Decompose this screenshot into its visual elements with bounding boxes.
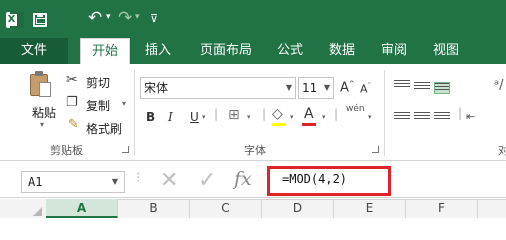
redo-icon[interactable]: ↷ [118,8,132,28]
separator-glyph: | [262,107,267,121]
tab-home[interactable]: 开始 [80,38,130,65]
scissors-icon[interactable]: ✂ [66,72,78,88]
font-name-value: 宋体 [144,81,169,95]
align-bottom-icon[interactable] [434,82,450,94]
customize-toolbar-icon[interactable]: ⊽ [150,12,158,25]
save-icon[interactable] [33,13,47,27]
tab-review[interactable]: 审阅 [374,38,414,64]
chevron-down-icon[interactable]: ▼ [112,172,118,192]
enter-icon[interactable]: ✓ [198,169,216,193]
align-top-icon[interactable] [394,80,410,92]
column-header-f[interactable]: F [406,199,478,218]
font-size-combo[interactable]: 11 ▼ [298,77,334,99]
column-header-e[interactable]: E [334,199,406,218]
decrease-indent-icon[interactable]: ⇤ [466,110,475,123]
align-right-icon[interactable] [434,112,450,124]
tab-formulas[interactable]: 公式 [270,38,310,64]
font-color-icon[interactable]: A [304,106,314,122]
format-painter-icon[interactable]: ✎ [68,117,79,132]
undo-icon[interactable]: ↶ [88,8,102,28]
phonetic-guide-button[interactable]: wén [346,104,365,114]
column-header-b[interactable]: B [118,199,190,218]
grow-font-icon[interactable]: A^ [340,80,355,95]
alignment-group-label: 对 [498,144,506,157]
shrink-font-icon[interactable]: Aˇ [360,82,371,96]
name-box-value: A1 [28,175,43,189]
chevron-down-icon[interactable]: ▾ [368,113,372,121]
format-painter-button[interactable]: 格式刷 [86,120,122,137]
tab-file[interactable]: 文件 [0,38,68,64]
chevron-down-icon[interactable]: ▼ [324,78,330,98]
bold-button[interactable]: B [146,110,155,124]
undo-dropdown-icon[interactable]: ▾ [106,12,111,22]
clipboard-dialog-launcher[interactable] [122,146,129,153]
clipboard-group-label: 剪贴板 [50,144,83,157]
font-size-value: 11 [302,81,318,95]
tab-page-layout[interactable]: 页面布局 [194,38,258,64]
font-name-combo[interactable]: 宋体 ▼ [140,77,296,99]
align-center-icon[interactable] [414,112,430,124]
column-header-c[interactable]: C [190,199,262,218]
tab-data[interactable]: 数据 [322,38,362,64]
title-bar [0,0,506,38]
group-divider [384,70,385,156]
font-group-label: 字体 [244,144,266,157]
copy-icon[interactable]: ❐ [66,95,78,110]
select-all-corner[interactable] [0,199,46,218]
group-divider [134,70,135,156]
tab-view[interactable]: 视图 [426,38,466,64]
separator-glyph: | [334,107,339,121]
column-header-a[interactable]: A [46,199,118,218]
tab-insert[interactable]: 插入 [138,38,178,64]
font-color-swatch [302,123,316,126]
orientation-icon[interactable]: ᵃ/ [494,78,503,93]
fill-color-icon[interactable]: ◇ [272,106,283,122]
align-left-icon[interactable] [394,112,410,124]
copy-button[interactable]: 复制 [86,97,110,114]
copy-dropdown-icon[interactable]: ▾ [122,99,126,108]
paste-icon[interactable] [30,70,51,98]
font-dialog-launcher[interactable] [372,146,379,153]
chevron-down-icon[interactable]: ▾ [202,113,206,121]
separator-glyph: | [458,106,463,120]
borders-icon[interactable]: ⊞ [228,107,240,123]
fill-color-swatch [272,123,286,126]
paste-dropdown-icon[interactable]: ▾ [40,120,44,129]
separator-glyph: | [214,107,219,121]
chevron-down-icon[interactable]: ▾ [247,113,251,121]
grip-dots-icon: ⁝ [136,170,141,186]
paste-button[interactable]: 粘贴 [32,104,56,121]
cancel-icon[interactable]: ✕ [160,169,178,193]
underline-button[interactable]: U [190,110,199,124]
redo-dropdown-icon[interactable]: ▾ [135,12,140,22]
name-box[interactable]: A1 ▼ [21,171,125,193]
align-middle-icon[interactable] [414,82,430,94]
chevron-down-icon[interactable]: ▼ [286,78,292,98]
excel-app-icon: X [6,12,24,28]
formula-text: =MOD(4,2) [282,172,348,186]
cut-button[interactable]: 剪切 [86,74,110,91]
chevron-down-icon[interactable]: ▾ [290,113,294,121]
chevron-down-icon[interactable]: ▾ [322,113,326,121]
column-header-d[interactable]: D [262,199,334,218]
insert-function-icon[interactable]: fx [234,168,252,190]
italic-button[interactable]: I [168,110,173,124]
